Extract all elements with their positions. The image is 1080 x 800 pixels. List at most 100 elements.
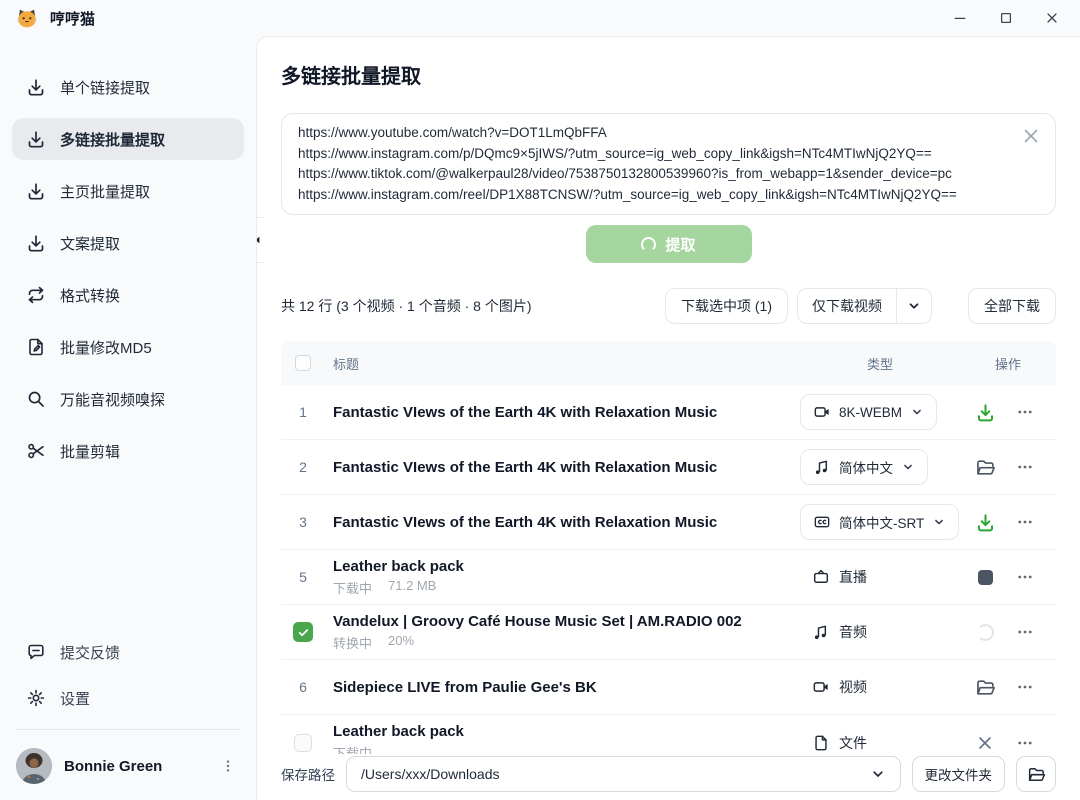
cancel-x-icon[interactable] — [974, 732, 996, 754]
type-select[interactable]: 简体中文-SRT — [800, 504, 959, 540]
row-index: 1 — [299, 404, 307, 420]
row-checkbox[interactable] — [294, 734, 312, 752]
sidebar: 单个链接提取 多链接批量提取 主页批量提取 文案提取 格式转换 批量修改MD5 … — [0, 36, 256, 800]
sidebar-item-label: 格式转换 — [60, 285, 120, 306]
row-menu-kebab-icon[interactable] — [1014, 511, 1036, 533]
sidebar-item-batch-clip[interactable]: 批量剪辑 — [12, 430, 244, 472]
page-title: 多链接批量提取 — [281, 63, 1056, 91]
sidebar-item-homepage-batch-extract[interactable]: 主页批量提取 — [12, 170, 244, 212]
status-value: 20% — [388, 633, 414, 652]
type-select[interactable]: 8K-WEBM — [800, 394, 937, 430]
type-label: 简体中文 — [839, 457, 893, 477]
titlebar: 哼哼猫 — [0, 0, 1080, 36]
type-select[interactable]: 简体中文 — [800, 449, 928, 485]
sidebar-item-media-sniffer[interactable]: 万能音视频嗅探 — [12, 378, 244, 420]
table-row: Vandelux | Groovy Café House Music Set |… — [281, 605, 1056, 660]
table-row: 6 Sidepiece LIVE from Paulie Gee's BK 视频 — [281, 660, 1056, 715]
url-line: https://www.instagram.com/p/DQmc9×5jIWS/… — [298, 144, 1007, 165]
sidebar-collapse-handle[interactable] — [256, 217, 264, 263]
download-selected-button[interactable]: 下载选中项 (1) — [665, 288, 788, 324]
row-title: Fantastic VIews of the Earth 4K with Rel… — [333, 404, 800, 421]
row-menu-kebab-icon[interactable] — [1014, 676, 1036, 698]
open-folder-icon[interactable] — [974, 676, 996, 698]
row-menu-kebab-icon[interactable] — [1014, 401, 1036, 423]
row-title: Fantastic VIews of the Earth 4K with Rel… — [333, 514, 800, 531]
sidebar-item-caption-extract[interactable]: 文案提取 — [12, 222, 244, 264]
user-profile[interactable]: Bonnie Green — [0, 740, 256, 792]
row-index: 5 — [299, 569, 307, 585]
row-menu-kebab-icon[interactable] — [1014, 566, 1036, 588]
row-title: Leather back pack — [333, 723, 800, 740]
type-label: 简体中文-SRT — [839, 512, 924, 532]
row-count-summary: 共 12 行 (3 个视频 · 1 个音频 · 8 个图片) — [281, 296, 531, 316]
type-text: 直播 — [800, 567, 867, 587]
status-label: 转换中 — [333, 633, 372, 652]
closed-captions-icon — [813, 513, 831, 531]
scissors-icon — [26, 441, 46, 461]
download-icon — [26, 181, 46, 201]
chevron-down-icon — [910, 405, 924, 419]
close-button[interactable] — [1042, 8, 1062, 28]
save-path-select[interactable]: /Users/xxx/Downloads — [346, 756, 901, 792]
download-icon[interactable] — [974, 511, 996, 533]
avatar — [16, 748, 52, 784]
download-icon[interactable] — [974, 401, 996, 423]
url-line: https://www.youtube.com/watch?v=DOT1LmQb… — [298, 123, 1007, 144]
repeat-icon — [26, 285, 46, 305]
app-title: 哼哼猫 — [50, 8, 95, 29]
file-pen-icon — [26, 337, 46, 357]
row-checkbox-checked[interactable] — [293, 622, 313, 642]
spinner-icon — [977, 624, 994, 641]
download-all-button[interactable]: 全部下载 — [968, 288, 1056, 324]
sidebar-item-format-convert[interactable]: 格式转换 — [12, 274, 244, 316]
url-line: https://www.tiktok.com/@walkerpaul28/vid… — [298, 164, 1007, 185]
url-line: https://www.instagram.com/reel/DP1X88TCN… — [298, 185, 1007, 206]
sidebar-item-single-link-extract[interactable]: 单个链接提取 — [12, 66, 244, 108]
sidebar-divider — [16, 729, 240, 730]
stop-button[interactable] — [974, 566, 996, 588]
download-icon — [26, 233, 46, 253]
download-videos-only-button[interactable]: 仅下载视频 — [798, 289, 896, 323]
gear-icon — [26, 688, 46, 708]
folder-icon — [1027, 765, 1046, 784]
row-menu-kebab-icon[interactable] — [1014, 732, 1036, 754]
results-table: 标题 类型 操作 1 Fantastic VIews of the Earth … — [281, 341, 1056, 770]
open-folder-button[interactable] — [1016, 756, 1056, 792]
minimize-button[interactable] — [950, 8, 970, 28]
sidebar-item-label: 批量修改MD5 — [60, 337, 152, 358]
chevron-down-icon — [901, 460, 915, 474]
change-folder-button[interactable]: 更改文件夹 — [912, 756, 1006, 792]
sidebar-item-multi-link-batch-extract[interactable]: 多链接批量提取 — [12, 118, 244, 160]
sidebar-item-label: 文案提取 — [60, 233, 120, 254]
row-status: 下载中 71.2 MB — [333, 578, 800, 597]
row-menu-kebab-icon[interactable] — [1014, 621, 1036, 643]
select-all-checkbox[interactable] — [295, 355, 311, 371]
sidebar-item-batch-modify-md5[interactable]: 批量修改MD5 — [12, 326, 244, 368]
sidebar-footer: 提交反馈 设置 Bonnie Green — [0, 631, 256, 792]
column-header-title: 标题 — [325, 354, 800, 373]
open-folder-icon[interactable] — [974, 456, 996, 478]
row-index: 2 — [299, 459, 307, 475]
table-row: 2 Fantastic VIews of the Earth 4K with R… — [281, 440, 1056, 495]
extract-button[interactable]: 提取 — [586, 225, 752, 263]
app-logo-cat-icon — [16, 7, 38, 29]
tv-live-icon — [812, 568, 830, 586]
url-input[interactable]: https://www.youtube.com/watch?v=DOT1LmQb… — [281, 113, 1056, 215]
sidebar-item-label: 单个链接提取 — [60, 77, 150, 98]
progress-spinner — [974, 621, 996, 643]
maximize-button[interactable] — [996, 8, 1016, 28]
sidebar-item-label: 多链接批量提取 — [60, 129, 165, 150]
music-icon — [813, 458, 831, 476]
user-menu-kebab-icon[interactable] — [216, 754, 240, 778]
type-label: 8K-WEBM — [839, 405, 902, 420]
sidebar-item-feedback[interactable]: 提交反馈 — [12, 631, 244, 673]
download-mode-chevron-down-icon[interactable] — [896, 289, 931, 323]
row-title: Sidepiece LIVE from Paulie Gee's BK — [333, 679, 800, 696]
sidebar-item-settings[interactable]: 设置 — [12, 677, 244, 719]
download-icon — [26, 129, 46, 149]
clear-input-button[interactable] — [1021, 126, 1041, 146]
status-label: 下载中 — [333, 578, 372, 597]
sidebar-item-label: 提交反馈 — [60, 642, 120, 663]
type-label: 视频 — [839, 677, 867, 697]
row-menu-kebab-icon[interactable] — [1014, 456, 1036, 478]
